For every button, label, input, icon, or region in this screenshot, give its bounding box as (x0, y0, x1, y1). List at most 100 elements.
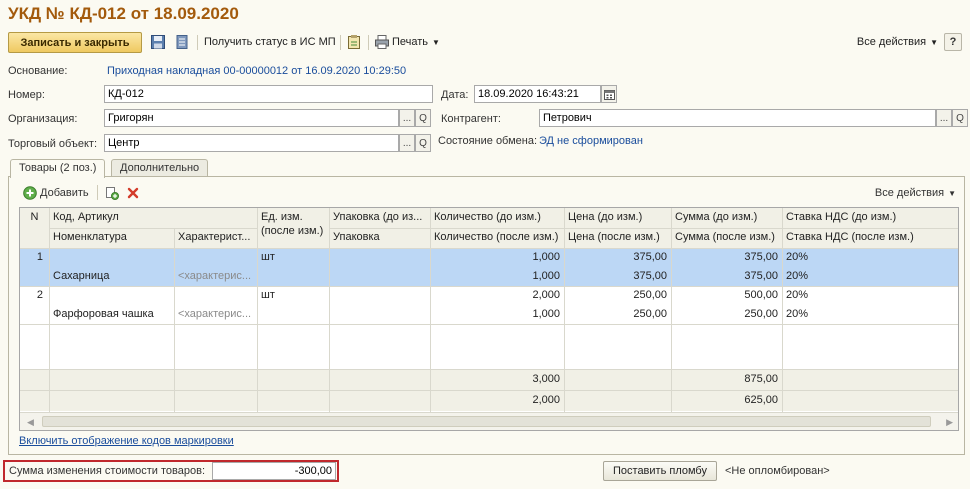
save-icon[interactable] (150, 34, 166, 50)
add-button[interactable]: Добавить (40, 187, 89, 199)
header-price-before[interactable]: Цена (до изм.) (564, 208, 671, 227)
header-sum-after[interactable]: Сумма (после изм.) (671, 228, 782, 247)
row-sum-after[interactable]: 375,00 (671, 267, 782, 286)
row-qty-before[interactable]: 1,000 (430, 248, 564, 267)
all-actions-label: Все действия (856, 36, 927, 48)
organization-label: Организация: (8, 113, 78, 125)
document-title: УКД № КД-012 от 18.09.2020 (8, 4, 239, 23)
number-field[interactable]: КД-012 (104, 85, 433, 103)
all-actions-menu[interactable]: Все действия ▼ (857, 36, 938, 48)
exchange-state-link[interactable]: ЭД не сформирован (539, 135, 643, 147)
goods-panel: Добавить Все действия ▼ N Код, Артикул Е… (8, 176, 965, 455)
search-icon[interactable]: Q (952, 109, 968, 127)
search-icon[interactable]: Q (415, 134, 431, 152)
main-toolbar: Записать и закрыть Получить статус в ИС … (8, 32, 966, 54)
get-status-button[interactable]: Получить статус в ИС МП (204, 36, 336, 48)
header-pack[interactable]: Упаковка (329, 228, 430, 247)
row-price-before[interactable]: 250,00 (564, 286, 671, 305)
header-price-after[interactable]: Цена (после изм.) (564, 228, 671, 247)
clipboard-icon[interactable] (346, 34, 362, 50)
total-sum-after: 625,00 (744, 394, 778, 406)
header-sum-before[interactable]: Сумма (до изм.) (671, 208, 782, 227)
header-n[interactable]: N (20, 208, 49, 227)
counterparty-field[interactable]: Петрович (539, 109, 936, 127)
marking-codes-link[interactable]: Включить отображение кодов маркировки (19, 435, 234, 447)
scroll-thumb[interactable] (42, 416, 931, 427)
header-vat-before[interactable]: Ставка НДС (до изм.) (782, 208, 958, 227)
add-icon[interactable] (23, 186, 37, 200)
post-document-icon[interactable] (174, 34, 190, 50)
chevron-down-icon: ▼ (948, 188, 956, 198)
print-menu-button[interactable]: Печать ▼ (392, 36, 440, 48)
header-pack-before[interactable]: Упаковка (до из... (329, 208, 430, 227)
row-price-before[interactable]: 375,00 (564, 248, 671, 267)
chevron-down-icon: ▼ (432, 37, 440, 47)
row-sum-before[interactable]: 375,00 (671, 248, 782, 267)
row-sum-before[interactable]: 500,00 (671, 286, 782, 305)
row-characteristic[interactable]: <характерис... (174, 305, 257, 324)
total-sum-before: 875,00 (744, 373, 778, 385)
header-vat-after[interactable]: Ставка НДС (после изм.) (782, 228, 958, 247)
table-all-actions-menu[interactable]: Все действия ▼ (875, 187, 956, 199)
tab-goods[interactable]: Товары (2 поз.) (10, 159, 106, 178)
counterparty-label: Контрагент: (441, 113, 501, 125)
organization-choose-button[interactable]: ... (399, 109, 415, 127)
date-field[interactable]: 18.09.2020 16:43:21 (474, 85, 601, 103)
goods-table[interactable]: N Код, Артикул Ед. изм. (после изм.) Упа… (19, 207, 959, 431)
row-qty-after[interactable]: 1,000 (430, 267, 564, 286)
save-close-button[interactable]: Записать и закрыть (8, 32, 142, 53)
header-unit-line2: (после изм.) (261, 225, 324, 237)
number-label: Номер: (8, 89, 45, 101)
sum-change-field[interactable]: -300,00 (212, 462, 336, 480)
horizontal-scrollbar[interactable]: ◀ ▶ (20, 412, 958, 430)
organization-field[interactable]: Григорян (104, 109, 399, 127)
sum-change-label: Сумма изменения стоимости товаров: (9, 465, 206, 477)
row-number[interactable]: 1 (20, 248, 49, 267)
row-vat-after[interactable]: 20% (782, 305, 958, 324)
row-qty-after[interactable]: 1,000 (430, 305, 564, 324)
header-characteristic[interactable]: Характерист... (174, 228, 257, 247)
scroll-right-icon[interactable]: ▶ (946, 417, 953, 428)
basis-label: Основание: (8, 65, 68, 77)
basis-link[interactable]: Приходная накладная 00-00000012 от 16.09… (107, 65, 406, 77)
row-price-after[interactable]: 250,00 (564, 305, 671, 324)
row-characteristic[interactable]: <характерис... (174, 267, 257, 286)
row-nomenclature[interactable]: Сахарница (49, 267, 174, 286)
delete-icon[interactable] (127, 187, 139, 199)
store-choose-button[interactable]: ... (399, 134, 415, 152)
table-toolbar: Добавить Все действия ▼ (17, 183, 960, 203)
printer-icon (375, 35, 389, 49)
search-icon[interactable]: Q (415, 109, 431, 127)
row-vat-after[interactable]: 20% (782, 267, 958, 286)
row-qty-before[interactable]: 2,000 (430, 286, 564, 305)
help-button[interactable]: ? (944, 33, 962, 51)
row-vat-before[interactable]: 20% (782, 286, 958, 305)
store-field[interactable]: Центр (104, 134, 399, 152)
tab-additional[interactable]: Дополнительно (111, 159, 209, 177)
seal-status: <Не опломбирован> (725, 465, 830, 477)
table-all-actions-label: Все действия (874, 187, 945, 199)
total-qty-after: 2,000 (532, 394, 560, 406)
header-qty-before[interactable]: Количество (до изм.) (430, 208, 564, 227)
row-number[interactable]: 2 (20, 286, 49, 305)
total-qty-before: 3,000 (532, 373, 560, 385)
row-vat-before[interactable]: 20% (782, 248, 958, 267)
date-label: Дата: (441, 89, 469, 101)
header-code[interactable]: Код, Артикул (49, 208, 257, 227)
exchange-state-label: Состояние обмена: (438, 135, 538, 147)
row-sum-after[interactable]: 250,00 (671, 305, 782, 324)
counterparty-choose-button[interactable]: ... (936, 109, 952, 127)
calendar-icon[interactable] (601, 85, 617, 103)
row-nomenclature[interactable]: Фарфоровая чашка (49, 305, 174, 324)
scroll-left-icon[interactable]: ◀ (27, 417, 34, 428)
header-nomenclature[interactable]: Номенклатура (49, 228, 174, 247)
row-price-after[interactable]: 375,00 (564, 267, 671, 286)
store-label: Торговый объект: (8, 138, 98, 150)
header-unit-line1: Ед. изм. (261, 211, 303, 223)
seal-button[interactable]: Поставить пломбу (603, 461, 717, 481)
header-qty-after[interactable]: Количество (после изм.) (430, 228, 564, 247)
copy-row-icon[interactable] (105, 186, 119, 200)
row-unit[interactable]: шт (257, 286, 329, 305)
header-unit[interactable]: Ед. изм. (после изм.) (257, 210, 329, 246)
row-unit[interactable]: шт (257, 248, 329, 267)
